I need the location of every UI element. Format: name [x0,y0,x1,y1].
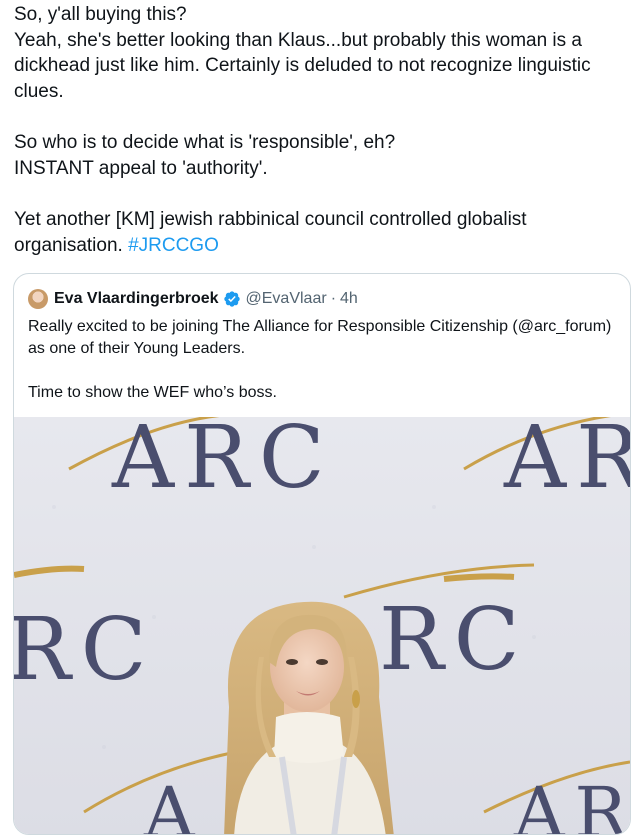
tweet-text: So, y'all buying this? Yeah, she's bette… [14,2,626,258]
tweet-line-3: So who is to decide what is 'responsible… [14,132,396,153]
banner-text-rc-middle: RC [379,590,530,690]
separator-dot: · [330,290,337,307]
avatar[interactable] [28,289,48,309]
banner-text-ar-top-right: AR [503,417,630,508]
quoted-tweet-header: Eva Vlaardingerbroek @EvaVlaar · 4h [28,288,358,310]
tweet-line-5-text: Yet another [KM] jewish rabbinical counc… [14,209,527,256]
banner-text-a-bottom-left: A [143,772,196,835]
banner-text-ar-bottom-right: AR [513,772,630,835]
tweet-line-1: So, y'all buying this? [14,4,187,25]
tweet-line-4: INSTANT appeal to 'authority'. [14,157,268,179]
banner-text-rc-left: RC [14,600,157,700]
tweet-line-2: Yeah, she's better looking than Klaus...… [14,29,591,102]
tweet-line-5: Yet another [KM] jewish rabbinical counc… [14,207,626,258]
verified-badge-icon [223,290,241,308]
banner-text-arc-top: ARC [111,417,335,508]
hashtag-link[interactable]: #JRCCGO [128,235,219,256]
quoted-text-line-1: Really excited to be joining The Allianc… [28,318,612,357]
quoted-timestamp[interactable]: 4h [340,290,358,308]
quoted-author-name[interactable]: Eva Vlaardingerbroek [54,290,219,308]
quoted-text-line-2: Time to show the WEF who’s boss. [28,384,277,401]
quoted-tweet-card[interactable]: Eva Vlaardingerbroek @EvaVlaar · 4h Real… [13,273,631,835]
tweet: So, y'all buying this? Yeah, she's bette… [0,0,639,835]
quoted-author-handle[interactable]: @EvaVlaar [246,290,327,308]
person-figure [224,601,394,834]
quoted-tweet-text: Really excited to be joining The Allianc… [28,316,618,404]
quoted-tweet-photo[interactable]: ARC AR RC RC AR A [14,417,630,835]
